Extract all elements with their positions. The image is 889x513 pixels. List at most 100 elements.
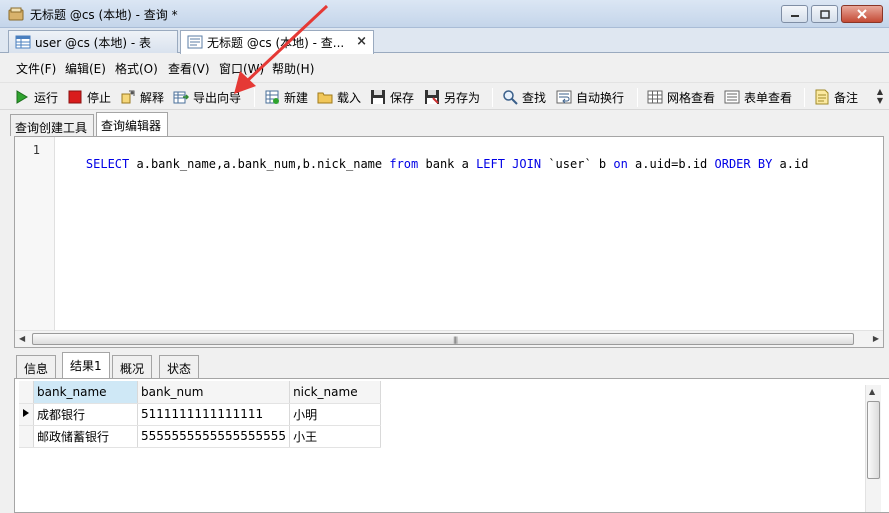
toolbar-separator <box>804 88 805 107</box>
grid-header-row: bank_name bank_num nick_name <box>19 381 382 404</box>
menu-edit[interactable]: 编辑(E) <box>65 60 106 77</box>
close-tab-icon[interactable]: × <box>356 34 367 49</box>
close-button[interactable] <box>841 5 883 23</box>
run-label: 运行 <box>34 90 59 105</box>
sql-keyword: ORDER BY <box>714 157 773 171</box>
window-title: 无标题 @cs (本地) - 查询 * <box>30 8 178 22</box>
sql-text: a.id <box>772 157 809 171</box>
table-row[interactable]: 邮政储蓄银行 5555555555555555555 小王 <box>19 425 382 448</box>
grid-cell[interactable]: 小王 <box>289 425 382 448</box>
line-number: 1 <box>32 143 40 157</box>
export-wizard-button[interactable]: 导出向导 <box>173 87 241 107</box>
word-wrap-icon <box>556 90 572 104</box>
sql-keyword: SELECT <box>85 157 130 171</box>
row-indicator-header <box>19 381 34 404</box>
tab-result-1[interactable]: 结果1 <box>62 352 110 378</box>
explain-label: 解释 <box>140 90 165 105</box>
tab-query-editor[interactable]: 查询编辑器 <box>96 112 168 136</box>
scrollbar-thumb[interactable] <box>867 401 880 479</box>
tab-overview[interactable]: 概况 <box>112 355 153 378</box>
results-grid: bank_name bank_num nick_name 成都银行 511111… <box>19 381 382 448</box>
save-icon <box>371 90 385 104</box>
scrollbar-thumb[interactable]: ||| <box>32 333 854 345</box>
save-as-icon <box>425 90 439 104</box>
doc-tab-user-table[interactable]: user @cs (本地) - 表 <box>8 30 178 53</box>
run-button[interactable]: 运行 <box>14 87 58 107</box>
scroll-up-icon[interactable]: ▲ <box>869 387 875 396</box>
grid-cell[interactable]: 5555555555555555555 <box>137 425 291 448</box>
column-header[interactable]: bank_name <box>33 381 138 404</box>
save-button[interactable]: 保存 <box>370 87 414 107</box>
sql-code-line[interactable]: SELECT a.bank_name,a.bank_num,b.nick_nam… <box>57 143 809 185</box>
stop-label: 停止 <box>87 90 112 105</box>
memo-icon <box>815 89 829 105</box>
tab-status[interactable]: 状态 <box>159 355 200 378</box>
scroll-right-icon[interactable]: ▶ <box>873 334 879 343</box>
table-icon <box>15 35 31 49</box>
menu-format[interactable]: 格式(O) <box>115 60 158 77</box>
column-header[interactable]: nick_name <box>289 381 382 404</box>
grid-cell[interactable]: 小明 <box>289 403 382 426</box>
maximize-icon <box>819 9 830 19</box>
minimize-button[interactable] <box>781 5 808 23</box>
toolbar-separator <box>637 88 638 107</box>
scroll-left-icon[interactable]: ◀ <box>19 334 25 343</box>
line-number-gutter: 1 <box>15 137 55 331</box>
grid-cell[interactable]: 邮政储蓄银行 <box>33 425 138 448</box>
sql-keyword: from <box>389 157 419 171</box>
form-icon <box>724 90 740 104</box>
current-row-indicator-icon <box>19 403 34 426</box>
load-label: 载入 <box>337 90 362 105</box>
toolbar: 运行 停止 解释 导出向导 新建 载入 保存 另存为 查找 自动换行 网格查看 <box>0 82 889 110</box>
query-icon <box>187 35 203 49</box>
doc-tab-query[interactable]: 无标题 @cs (本地) - 查... × <box>180 30 374 54</box>
grid-cell[interactable]: 5111111111111111 <box>137 403 291 426</box>
save-as-label: 另存为 <box>444 90 481 105</box>
column-header[interactable]: bank_num <box>137 381 291 404</box>
new-label: 新建 <box>284 90 309 105</box>
save-as-button[interactable]: 另存为 <box>424 87 480 107</box>
menu-help[interactable]: 帮助(H) <box>272 60 314 77</box>
word-wrap-label: 自动换行 <box>576 90 625 105</box>
menu-window[interactable]: 窗口(W) <box>219 60 264 77</box>
horizontal-scrollbar[interactable]: ◀ ||| ▶ <box>15 330 883 347</box>
table-row[interactable]: 成都银行 5111111111111111 小明 <box>19 403 382 426</box>
row-indicator <box>19 425 34 448</box>
find-button[interactable]: 查找 <box>502 87 546 107</box>
maximize-button[interactable] <box>811 5 838 23</box>
export-icon <box>173 91 189 104</box>
find-label: 查找 <box>522 90 547 105</box>
toolbar-overflow-icon[interactable]: ▲ ▼ <box>877 87 883 105</box>
menu-file[interactable]: 文件(F) <box>16 60 56 77</box>
menu-view[interactable]: 查看(V) <box>168 60 210 77</box>
tab-query-builder[interactable]: 查询创建工具 <box>10 114 94 136</box>
minimize-icon <box>790 15 799 17</box>
results-grid-panel: bank_name bank_num nick_name 成都银行 511111… <box>14 378 889 513</box>
grid-icon <box>647 90 663 104</box>
app-icon <box>8 7 24 21</box>
memo-label: 备注 <box>834 90 859 105</box>
sql-text: bank a <box>418 157 477 171</box>
vertical-scrollbar[interactable]: ▲ <box>865 385 881 512</box>
title-bar: 无标题 @cs (本地) - 查询 * <box>0 0 889 28</box>
tab-info[interactable]: 信息 <box>16 355 57 378</box>
stop-button[interactable]: 停止 <box>67 87 111 107</box>
search-icon <box>503 90 518 105</box>
explain-button[interactable]: 解释 <box>120 87 164 107</box>
grid-cell[interactable]: 成都银行 <box>33 403 138 426</box>
load-button[interactable]: 载入 <box>317 87 361 107</box>
grid-view-label: 网格查看 <box>667 90 716 105</box>
grid-view-button[interactable]: 网格查看 <box>647 87 715 107</box>
sql-keyword: on <box>613 157 628 171</box>
sql-text: `user` b <box>541 157 614 171</box>
toolbar-separator <box>492 88 493 107</box>
word-wrap-button[interactable]: 自动换行 <box>556 87 624 107</box>
document-tabs: user @cs (本地) - 表 无标题 @cs (本地) - 查... × <box>0 28 889 54</box>
new-button[interactable]: 新建 <box>264 87 308 107</box>
sql-editor[interactable]: 1 SELECT a.bank_name,a.bank_num,b.nick_n… <box>14 136 884 348</box>
memo-button[interactable]: 备注 <box>814 87 858 107</box>
sql-text: a.uid=b.id <box>627 157 715 171</box>
form-view-button[interactable]: 表单查看 <box>724 87 792 107</box>
menu-bar: 文件(F) 编辑(E) 格式(O) 查看(V) 窗口(W) 帮助(H) <box>0 56 889 80</box>
stop-icon <box>68 90 82 104</box>
